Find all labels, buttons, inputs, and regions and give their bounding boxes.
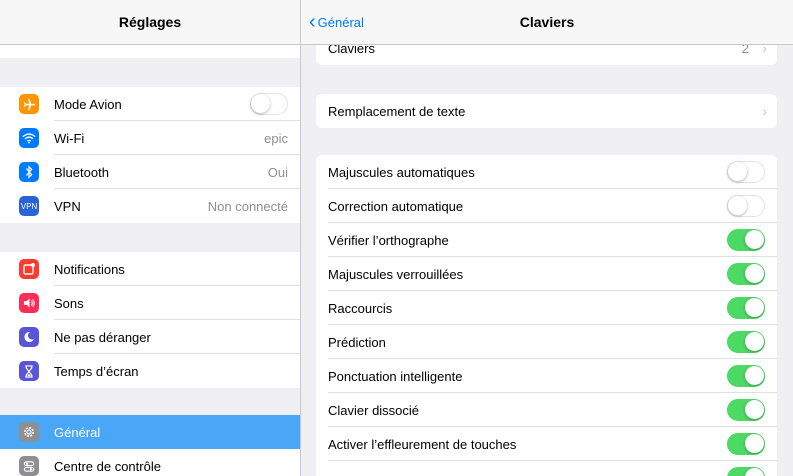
sidebar-group-connectivity: Mode Avion Wi-Fi epic Bluetooth Oui VPN … <box>0 87 300 223</box>
wifi-value: epic <box>264 130 288 146</box>
toggle-knob <box>745 366 764 385</box>
sidebar-item-label: VPN <box>54 198 81 214</box>
toggle-knob <box>745 230 764 249</box>
setting-toggle[interactable] <box>727 331 765 353</box>
page-title: Claviers <box>519 14 575 30</box>
setting-label: Vérifier l’orthographe <box>328 232 449 248</box>
setting-toggle[interactable] <box>727 195 765 217</box>
moon-icon <box>19 327 39 347</box>
control-center-icon <box>19 456 39 476</box>
sidebar-item-bluetooth[interactable]: Bluetooth Oui <box>0 155 300 189</box>
toggle-knob <box>728 196 747 215</box>
toggle-knob <box>745 298 764 317</box>
sidebar-partial-row <box>0 45 300 58</box>
toggle-knob <box>745 434 764 453</box>
sidebar-item-label: Centre de contrôle <box>54 458 161 474</box>
toggle-knob <box>745 332 764 351</box>
vpn-value: Non connecté <box>207 198 288 214</box>
gear-icon <box>19 422 39 442</box>
setting-label: Prédiction <box>328 334 386 350</box>
setting-label: Ponctuation intelligente <box>328 368 463 384</box>
setting-toggle[interactable] <box>727 229 765 251</box>
setting-row[interactable]: Majuscules verrouillées <box>316 257 777 291</box>
text-replacement-label: Remplacement de texte <box>328 103 466 119</box>
bluetooth-icon <box>19 162 39 182</box>
wifi-icon <box>19 128 39 148</box>
navigation-bar: ‹ Général Claviers <box>301 0 793 45</box>
toggle-knob <box>745 264 764 283</box>
sidebar-item-mode-avion[interactable]: Mode Avion <box>0 87 300 121</box>
setting-label: Correction automatique <box>328 198 464 214</box>
sidebar-header: Réglages <box>0 0 300 45</box>
sidebar-item-label: Notifications <box>54 261 125 277</box>
sidebar-item-notifications[interactable]: Notifications <box>0 252 300 286</box>
sidebar-item-temps-ecran[interactable]: Temps d’écran <box>0 354 300 388</box>
setting-toggle[interactable] <box>727 433 765 455</box>
toggle-knob <box>251 94 270 113</box>
hourglass-icon <box>19 361 39 381</box>
vpn-icon: VPN <box>19 196 39 216</box>
setting-row[interactable]: Activer l’effleurement de touches <box>316 427 777 461</box>
toggle-knob <box>745 468 764 476</box>
sidebar: Réglages Mode Avion Wi-Fi epic Bluetooth… <box>0 0 301 476</box>
sidebar-item-centre-de-controle[interactable]: Centre de contrôle <box>0 449 300 476</box>
setting-label: Clavier dissocié <box>328 402 420 418</box>
sidebar-item-wifi[interactable]: Wi-Fi epic <box>0 121 300 155</box>
sidebar-item-label: Ne pas déranger <box>54 329 151 345</box>
setting-toggle[interactable] <box>727 399 765 421</box>
setting-toggle[interactable] <box>727 263 765 285</box>
sidebar-item-general[interactable]: Général <box>0 415 300 449</box>
sidebar-item-label: Temps d’écran <box>54 363 139 379</box>
setting-row[interactable]: Raccourcis <box>316 291 777 325</box>
sidebar-item-label: Mode Avion <box>54 96 122 112</box>
setting-toggle[interactable] <box>727 161 765 183</box>
notifications-icon <box>19 259 39 279</box>
bluetooth-value: Oui <box>267 164 288 180</box>
sidebar-group-general: Général Centre de contrôle <box>0 415 300 476</box>
setting-row[interactable]: Correction automatique <box>316 189 777 223</box>
sidebar-item-vpn[interactable]: VPN VPN Non connecté <box>0 189 300 223</box>
setting-label: Majuscules automatiques <box>328 164 475 180</box>
toggle-knob <box>745 400 764 419</box>
setting-label: Activer l’effleurement de touches <box>328 436 517 452</box>
keyboard-settings-group: Majuscules automatiques Correction automa… <box>316 155 777 476</box>
sounds-icon <box>19 293 39 313</box>
setting-row[interactable] <box>316 461 777 476</box>
toggle-knob <box>728 162 747 181</box>
setting-row[interactable]: Majuscules automatiques <box>316 155 777 189</box>
setting-toggle[interactable] <box>727 467 765 476</box>
sidebar-item-sons[interactable]: Sons <box>0 286 300 320</box>
sidebar-title: Réglages <box>118 14 182 30</box>
setting-row[interactable]: Vérifier l’orthographe <box>316 223 777 257</box>
text-replacement-group: Remplacement de texte › <box>316 94 777 128</box>
airplane-mode-toggle[interactable] <box>250 93 288 115</box>
sidebar-item-label: Wi-Fi <box>54 130 85 146</box>
sidebar-group-notifications: Notifications Sons Ne pas déranger Temps… <box>0 252 300 388</box>
setting-row[interactable]: Clavier dissocié <box>316 393 777 427</box>
setting-label: Majuscules verrouillées <box>328 266 464 282</box>
setting-row[interactable]: Prédiction <box>316 325 777 359</box>
text-replacement-row[interactable]: Remplacement de texte › <box>316 94 777 128</box>
sidebar-item-label: Sons <box>54 295 84 311</box>
sidebar-item-label: Général <box>54 424 101 440</box>
sidebar-item-ne-pas-deranger[interactable]: Ne pas déranger <box>0 320 300 354</box>
airplane-icon <box>19 94 39 114</box>
main-panel: ‹ Général Claviers Claviers 2 › Remplace… <box>301 0 793 476</box>
setting-toggle[interactable] <box>727 365 765 387</box>
sidebar-item-label: Bluetooth <box>54 164 109 180</box>
setting-toggle[interactable] <box>727 297 765 319</box>
chevron-right-icon: › <box>762 103 767 119</box>
setting-row[interactable]: Ponctuation intelligente <box>316 359 777 393</box>
setting-label: Raccourcis <box>328 300 393 316</box>
